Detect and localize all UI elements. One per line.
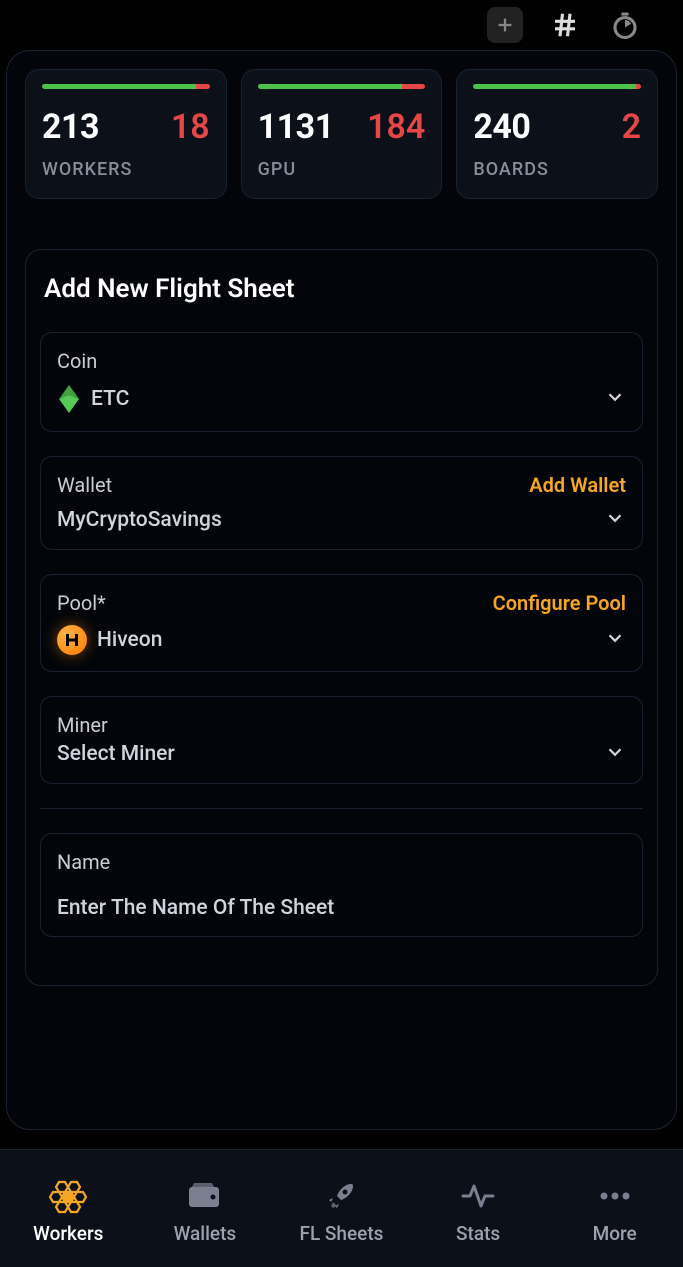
nav-flsheets[interactable]: FL Sheets	[273, 1178, 410, 1245]
rocket-icon	[325, 1178, 357, 1214]
main-panel: 213 18 WORKERS 1131 184 GPU 240 2 BOARDS…	[6, 50, 677, 1130]
nav-label: FL Sheets	[299, 1222, 383, 1245]
etc-coin-icon	[57, 383, 81, 415]
nav-label: More	[593, 1222, 637, 1245]
boards-main: 240	[473, 107, 530, 147]
wallet-icon	[188, 1178, 222, 1214]
nav-wallets[interactable]: Wallets	[137, 1178, 274, 1245]
chevron-down-icon	[604, 741, 626, 767]
nav-label: Workers	[33, 1222, 103, 1245]
gpu-sub: 184	[367, 107, 425, 147]
nav-workers[interactable]: Workers	[0, 1178, 137, 1245]
stat-bar	[473, 84, 641, 89]
activity-icon	[461, 1178, 495, 1214]
divider	[40, 808, 643, 809]
workers-main: 213	[42, 107, 99, 147]
gpu-main: 1131	[258, 107, 334, 147]
timer-icon[interactable]	[607, 7, 643, 43]
boards-sub: 2	[622, 107, 641, 147]
panel-title: Add New Flight Sheet	[40, 274, 643, 304]
gpu-label: GPU	[258, 159, 426, 180]
wallet-label: Wallet	[57, 473, 112, 497]
name-placeholder[interactable]: Enter The Name Of The Sheet	[57, 896, 626, 920]
stat-gpu[interactable]: 1131 184 GPU	[241, 69, 443, 199]
stat-bar	[258, 84, 426, 89]
top-toolbar	[0, 0, 683, 50]
miner-field[interactable]: Miner Select Miner	[40, 696, 643, 784]
stat-workers[interactable]: 213 18 WORKERS	[25, 69, 227, 199]
pool-label: Pool*	[57, 591, 106, 615]
wallet-field[interactable]: Wallet Add Wallet MyCryptoSavings	[40, 456, 643, 550]
workers-sub: 18	[171, 107, 210, 147]
workers-label: WORKERS	[42, 159, 210, 180]
add-wallet-link[interactable]: Add Wallet	[529, 473, 626, 497]
name-label: Name	[57, 850, 110, 874]
chevron-down-icon	[604, 507, 626, 533]
wallet-value: MyCryptoSavings	[57, 508, 222, 532]
stat-bar	[42, 84, 210, 89]
miner-value: Select Miner	[57, 742, 175, 766]
miner-label: Miner	[57, 713, 108, 737]
stat-boards[interactable]: 240 2 BOARDS	[456, 69, 658, 199]
coin-label: Coin	[57, 349, 97, 373]
hiveon-icon	[57, 625, 87, 655]
more-icon	[598, 1178, 632, 1214]
configure-pool-link[interactable]: Configure Pool	[493, 591, 626, 615]
nav-stats[interactable]: Stats	[410, 1178, 547, 1245]
pool-value: Hiveon	[97, 628, 162, 652]
add-icon[interactable]	[487, 7, 523, 43]
coin-field[interactable]: Coin ETC	[40, 332, 643, 432]
pool-field[interactable]: Pool* Configure Pool Hiveon	[40, 574, 643, 672]
coin-value: ETC	[91, 387, 129, 411]
bottom-nav: Workers Wallets FL Sheets Stats More	[0, 1149, 683, 1267]
nav-label: Wallets	[174, 1222, 237, 1245]
hash-icon[interactable]	[547, 7, 583, 43]
name-field[interactable]: Name Enter The Name Of The Sheet	[40, 833, 643, 937]
boards-label: BOARDS	[473, 159, 641, 180]
nav-more[interactable]: More	[546, 1178, 683, 1245]
flight-sheet-panel: Add New Flight Sheet Coin ETC Wallet	[25, 249, 658, 986]
chevron-down-icon	[604, 627, 626, 653]
workers-icon	[49, 1178, 87, 1214]
nav-label: Stats	[456, 1222, 500, 1245]
stats-row: 213 18 WORKERS 1131 184 GPU 240 2 BOARDS	[25, 69, 658, 199]
chevron-down-icon	[604, 386, 626, 412]
